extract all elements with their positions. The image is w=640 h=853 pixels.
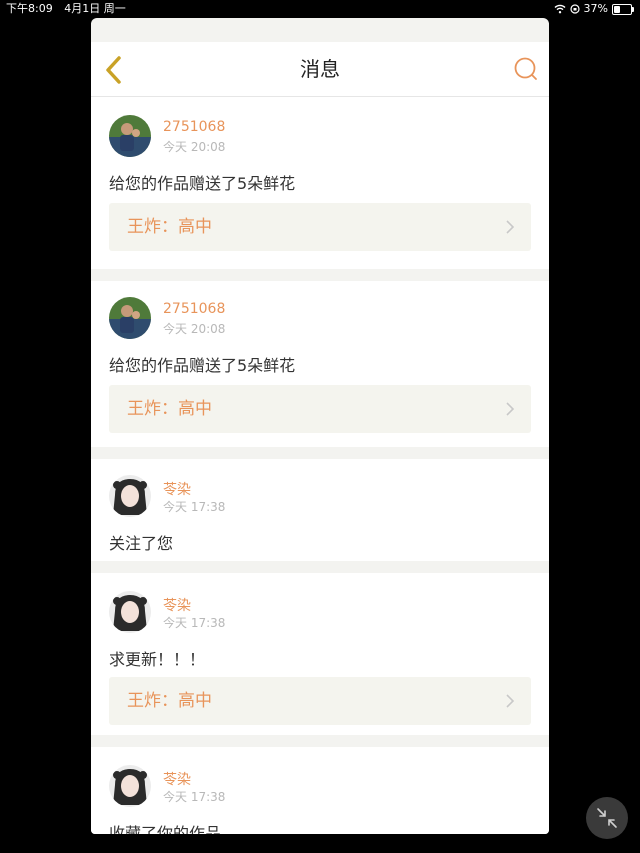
nav-bar: 消息 xyxy=(91,42,549,97)
work-title: 王炸：高中 xyxy=(127,691,212,711)
message-list: 2751068 今天 20:08 给您的作品赠送了5朵鲜花 王炸：高中 2751… xyxy=(91,97,549,834)
avatar-photo xyxy=(109,115,151,157)
message-item: 2751068 今天 20:08 给您的作品赠送了5朵鲜花 王炸：高中 xyxy=(91,281,549,447)
work-reference-link[interactable]: 王炸：高中 xyxy=(109,677,531,725)
status-left: 下午8:09 4月1日 周一 xyxy=(6,0,134,18)
collapse-arrows-icon xyxy=(597,808,617,828)
divider xyxy=(91,269,549,281)
avatar[interactable] xyxy=(109,475,151,517)
timestamp: 今天 17:38 xyxy=(163,790,226,804)
message-text: 给您的作品赠送了5朵鲜花 xyxy=(109,174,296,193)
work-title: 王炸：高中 xyxy=(127,399,212,419)
message-text: 收藏了你的作品 xyxy=(109,824,222,834)
username[interactable]: 苓染 xyxy=(163,769,191,789)
status-date: 4月1日 周一 xyxy=(64,2,126,15)
message-text: 给您的作品赠送了5朵鲜花 xyxy=(109,356,296,375)
avatar-photo xyxy=(109,297,151,339)
username[interactable]: 2751068 xyxy=(163,119,225,135)
battery-icon xyxy=(612,3,634,15)
message-text: 求更新！！！ xyxy=(109,650,206,669)
avatar[interactable] xyxy=(109,297,151,339)
status-bar: 下午8:09 4月1日 周一 37% xyxy=(0,0,640,18)
collapse-button[interactable] xyxy=(586,797,628,839)
chevron-right-icon xyxy=(506,694,515,708)
message-item: 苓染 今天 17:38 收藏了你的作品 xyxy=(91,747,549,834)
divider xyxy=(91,561,549,573)
messages-sheet: 消息 2751068 今天 20:08 给您的作品赠送了5朵鲜花 王炸：高中 2… xyxy=(91,18,549,834)
battery-percent: 37% xyxy=(583,2,608,15)
username[interactable]: 2751068 xyxy=(163,301,225,317)
username[interactable]: 苓染 xyxy=(163,479,191,499)
avatar-photo xyxy=(109,591,151,633)
timestamp: 今天 17:38 xyxy=(163,616,226,630)
message-text: 关注了您 xyxy=(109,534,174,553)
timestamp: 今天 20:08 xyxy=(163,322,226,336)
message-item: 2751068 今天 20:08 给您的作品赠送了5朵鲜花 王炸：高中 xyxy=(91,97,549,269)
message-item: 苓染 今天 17:38 求更新！！！ 王炸：高中 xyxy=(91,573,549,735)
divider xyxy=(91,447,549,459)
status-right: 37% xyxy=(554,0,634,18)
page-title: 消息 xyxy=(300,57,340,81)
avatar-photo xyxy=(109,765,151,807)
wifi-icon xyxy=(554,4,566,14)
message-item: 苓染 今天 17:38 关注了您 xyxy=(91,459,549,561)
chevron-right-icon xyxy=(506,402,515,416)
work-reference-link[interactable]: 王炸：高中 xyxy=(109,385,531,433)
timestamp: 今天 20:08 xyxy=(163,140,226,154)
avatar[interactable] xyxy=(109,115,151,157)
timestamp: 今天 17:38 xyxy=(163,500,226,514)
avatar-photo xyxy=(109,475,151,517)
status-time: 下午8:09 xyxy=(6,2,53,15)
avatar[interactable] xyxy=(109,765,151,807)
search-button[interactable] xyxy=(513,56,539,82)
divider xyxy=(91,735,549,747)
work-reference-link[interactable]: 王炸：高中 xyxy=(109,203,531,251)
avatar[interactable] xyxy=(109,591,151,633)
chevron-right-icon xyxy=(506,220,515,234)
username[interactable]: 苓染 xyxy=(163,595,191,615)
work-title: 王炸：高中 xyxy=(127,217,212,237)
orientation-lock-icon xyxy=(569,4,580,14)
